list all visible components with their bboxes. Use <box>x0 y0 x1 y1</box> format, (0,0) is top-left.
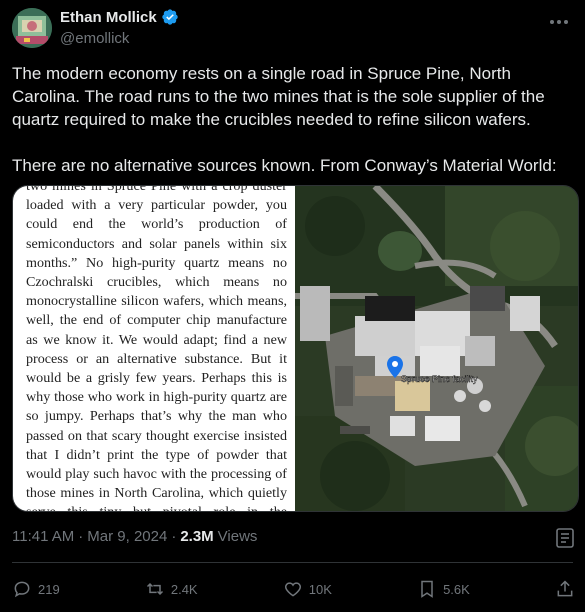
reply-button[interactable]: 219 <box>12 579 60 599</box>
tweet-media[interactable]: two mines in Spruce Pine with a crop dus… <box>12 185 579 512</box>
book-excerpt-image: two mines in Spruce Pine with a crop dus… <box>13 186 295 511</box>
tweet-header: Ethan Mollick @emollick <box>12 4 573 48</box>
bookmark-button[interactable]: 5.6K <box>417 579 470 599</box>
share-icon <box>557 580 573 597</box>
author-handle[interactable]: @emollick <box>60 30 129 47</box>
views-label: Views <box>217 528 258 545</box>
bookmark-count: 5.6K <box>443 581 470 597</box>
map-place-label: Spruce Pine facility <box>401 374 478 384</box>
action-bar: 219 2.4K 10K 5.6K <box>12 576 575 602</box>
divider <box>12 562 573 563</box>
author-name[interactable]: Ethan Mollick <box>60 9 157 26</box>
satellite-map-image: Spruce Pine facility <box>295 186 578 511</box>
views-count: 2.3M <box>180 528 214 545</box>
tweet-text: The modern economy rests on a single roa… <box>12 64 557 175</box>
analytics-icon[interactable] <box>553 526 577 550</box>
repost-icon <box>146 582 163 596</box>
more-icon[interactable] <box>547 10 571 34</box>
verified-badge-icon <box>162 9 178 25</box>
reply-count: 219 <box>38 581 60 597</box>
repost-count: 2.4K <box>170 581 198 597</box>
reply-icon <box>14 581 30 598</box>
like-button[interactable]: 10K <box>283 579 332 599</box>
author-row: Ethan Mollick <box>60 8 179 26</box>
repost-button[interactable]: 2.4K <box>145 579 198 599</box>
meta-separator: · <box>78 528 84 545</box>
bookmark-icon <box>421 580 433 598</box>
share-button[interactable] <box>555 579 575 599</box>
avatar[interactable] <box>12 8 52 48</box>
heart-icon <box>284 582 301 597</box>
book-excerpt-text: two mines in Spruce Pine with a crop dus… <box>26 186 287 511</box>
like-count: 10K <box>308 581 332 597</box>
tweet-meta: 11:41 AM · Mar 9, 2024 · 2.3M Views <box>12 528 257 545</box>
meta-separator: · <box>171 528 177 545</box>
tweet-date[interactable]: Mar 9, 2024 <box>87 528 167 545</box>
tweet-time[interactable]: 11:41 AM <box>12 528 74 545</box>
